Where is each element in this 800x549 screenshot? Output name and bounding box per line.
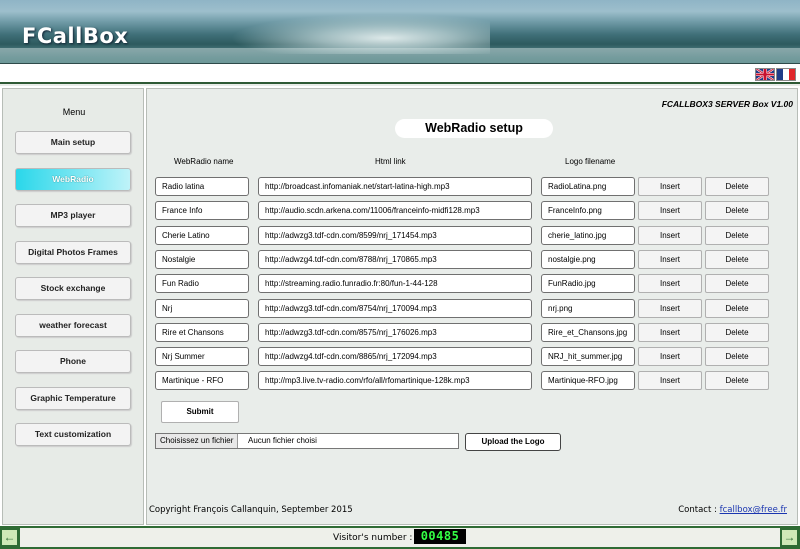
delete-button[interactable]: Delete	[705, 201, 769, 221]
insert-button[interactable]: Insert	[638, 225, 702, 245]
sidebar-item-weather-forecast[interactable]: weather forecast	[15, 313, 131, 337]
footer: ← Visitor's number : 00485 →	[0, 526, 800, 549]
delete-button[interactable]: Delete	[705, 347, 769, 367]
radio-name-field[interactable]: Rire et Chansons	[155, 322, 249, 342]
radio-name-field[interactable]: Nrj Summer	[155, 347, 249, 367]
insert-button[interactable]: Insert	[638, 371, 702, 391]
submit-button[interactable]: Submit	[161, 401, 239, 423]
delete-button[interactable]: Delete	[705, 177, 769, 196]
insert-button[interactable]: Insert	[638, 201, 702, 221]
sidebar-item-main-setup[interactable]: Main setup	[15, 131, 131, 154]
logo-filename-field[interactable]: NRJ_hit_summer.jpg	[541, 347, 635, 367]
radio-link-field[interactable]: http://adwzg4.tdf-cdn.com/8788/nrj_17086…	[258, 249, 532, 269]
back-arrow-icon[interactable]: ←	[1, 529, 18, 546]
forward-arrow-icon[interactable]: →	[781, 529, 798, 546]
language-bar	[0, 64, 800, 84]
app-logo: FCallBox	[22, 24, 129, 48]
french-flag-icon[interactable]	[776, 68, 796, 81]
header-banner: FCallBox	[0, 0, 800, 64]
choose-file-button[interactable]: Choisissez un fichier	[156, 434, 239, 448]
radio-link-field[interactable]: http://adwzg3.tdf-cdn.com/8599/nrj_17145…	[258, 225, 532, 245]
delete-button[interactable]: Delete	[705, 249, 769, 269]
radio-link-field[interactable]: http://mp3.live.tv-radio.com/rfo/all/rfo…	[258, 371, 532, 391]
insert-button[interactable]: Insert	[638, 298, 702, 318]
logo-filename-field[interactable]: FunRadio.jpg	[541, 274, 635, 294]
radio-name-field[interactable]: Cherie Latino	[155, 225, 249, 245]
file-status: Aucun fichier choisi	[248, 436, 317, 445]
delete-button[interactable]: Delete	[705, 274, 769, 294]
column-header-logo: Logo filename	[565, 157, 616, 166]
english-flag-icon[interactable]	[755, 68, 775, 81]
logo-filename-field[interactable]: RadioLatina.png	[541, 177, 635, 196]
file-input[interactable]: Choisissez un fichier Aucun fichier choi…	[155, 433, 459, 449]
delete-button[interactable]: Delete	[705, 225, 769, 245]
insert-button[interactable]: Insert	[638, 177, 702, 196]
sidebar-item-phone[interactable]: Phone	[15, 350, 131, 373]
logo-filename-field[interactable]: nostalgie.png	[541, 249, 635, 269]
sidebar-item-mp3-player[interactable]: MP3 player	[15, 204, 131, 227]
sidebar-item-digital-photos-frames[interactable]: Digital Photos Frames	[15, 240, 131, 264]
main-panel: FCALLBOX3 SERVER Box V1.00 WebRadio setu…	[146, 88, 798, 525]
sidebar-item-webradio[interactable]: WebRadio	[15, 167, 131, 191]
contact-label: Contact :	[678, 505, 717, 515]
delete-button[interactable]: Delete	[705, 371, 769, 391]
logo-filename-field[interactable]: Rire_et_Chansons.jpg	[541, 322, 635, 342]
radio-name-field[interactable]: Martinique - RFO	[155, 371, 249, 391]
copyright-text: Copyright François Callanquin, September…	[149, 505, 353, 515]
delete-button[interactable]: Delete	[705, 322, 769, 342]
visitor-counter: 00485	[414, 529, 466, 544]
version-label: FCALLBOX3 SERVER Box V1.00	[661, 99, 793, 109]
insert-button[interactable]: Insert	[638, 347, 702, 367]
logo-filename-field[interactable]: FranceInfo.png	[541, 201, 635, 221]
radio-link-field[interactable]: http://adwzg3.tdf-cdn.com/8575/nrj_17602…	[258, 322, 532, 342]
delete-button[interactable]: Delete	[705, 298, 769, 318]
logo-filename-field[interactable]: nrj.png	[541, 298, 635, 318]
upload-logo-button[interactable]: Upload the Logo	[465, 433, 561, 451]
contact: Contact : fcallbox@free.fr	[678, 505, 787, 515]
insert-button[interactable]: Insert	[638, 249, 702, 269]
column-header-name: WebRadio name	[174, 157, 234, 166]
radio-link-field[interactable]: http://adwzg4.tdf-cdn.com/8865/nrj_17209…	[258, 347, 532, 367]
radio-link-field[interactable]: http://broadcast.infomaniak.net/start-la…	[258, 177, 532, 196]
sea-foam	[0, 48, 800, 63]
logo-filename-field[interactable]: cherie_latino.jpg	[541, 225, 635, 245]
sidebar-item-graphic-temperature[interactable]: Graphic Temperature	[15, 386, 131, 410]
radio-name-field[interactable]: France Info	[155, 201, 249, 221]
sidebar: Menu Main setup WebRadio MP3 player Digital…	[2, 88, 144, 525]
radio-link-field[interactable]: http://streaming.radio.funradio.fr:80/fu…	[258, 274, 532, 294]
page-title: WebRadio setup	[395, 119, 553, 138]
radio-link-field[interactable]: http://audio.scdn.arkena.com/11006/franc…	[258, 201, 532, 221]
insert-button[interactable]: Insert	[638, 322, 702, 342]
menu-title: Menu	[62, 107, 86, 117]
column-header-link: Html link	[375, 157, 406, 166]
radio-name-field[interactable]: Fun Radio	[155, 274, 249, 294]
sidebar-item-text-customization[interactable]: Text customization	[15, 423, 131, 446]
logo-filename-field[interactable]: Martinique-RFO.jpg	[541, 371, 635, 391]
sidebar-item-stock-exchange[interactable]: Stock exchange	[15, 277, 131, 300]
contact-email-link[interactable]: fcallbox@free.fr	[720, 505, 787, 515]
insert-button[interactable]: Insert	[638, 274, 702, 294]
radio-name-field[interactable]: Nrj	[155, 298, 249, 318]
visitor-label: Visitor's number :	[333, 533, 413, 543]
radio-link-field[interactable]: http://adwzg3.tdf-cdn.com/8754/nrj_17009…	[258, 298, 532, 318]
radio-name-field[interactable]: Radio latina	[155, 177, 249, 196]
radio-name-field[interactable]: Nostalgie	[155, 249, 249, 269]
